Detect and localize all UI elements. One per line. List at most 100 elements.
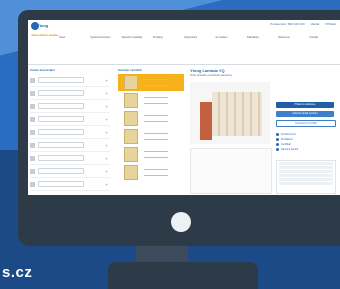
nav-item[interactable]: Doporučení [183,35,212,53]
filter-item[interactable]: + [30,152,110,165]
filter-select[interactable] [38,77,84,83]
filter-select[interactable] [38,90,84,96]
product-item[interactable] [118,92,184,109]
nav-item[interactable]: Ke stažení [215,35,244,53]
product-thumbnail [124,129,138,144]
nav-item[interactable]: Kalkulačky [246,35,275,53]
product-item[interactable] [118,110,184,127]
expand-icon[interactable]: + [106,169,108,174]
top-link[interactable]: Přihlásit [325,22,336,30]
expand-icon[interactable]: + [106,130,108,135]
construction-icon [30,116,35,122]
filter-item[interactable]: + [30,87,110,100]
power-button[interactable] [171,212,191,232]
main-nav: Úvod Systémová řešení Stavební materiály… [58,35,338,53]
construction-icon [30,181,35,187]
construction-icon [30,142,35,148]
spec-row [279,174,333,177]
add-to-calculation-button[interactable]: Přidat do kalkulace [276,102,334,108]
expand-icon[interactable]: + [106,182,108,187]
divider [28,64,340,65]
monitor: Ytong Jednodušší stavba Poradenství: 800… [18,10,340,246]
product-detail: Ytong Lambda YQ Popis produktu a technic… [190,68,338,194]
top-links: Poradenství: 800 100 200 Hledat Přihlási… [88,22,336,30]
document-link[interactable]: Návod k použití [276,147,334,152]
product-label [144,115,168,122]
product-label [144,97,168,104]
filter-select[interactable] [38,168,84,174]
brand-tagline: Jednodušší stavba [31,33,59,37]
link-bullet-icon [276,138,279,141]
construction-icon [30,155,35,161]
top-link[interactable]: Hledat [311,22,320,30]
filter-item[interactable]: + [30,165,110,178]
filter-item[interactable]: + [30,178,110,191]
spec-table [276,160,336,194]
expand-icon[interactable]: + [106,78,108,83]
spec-row [279,170,333,173]
construction-icon [30,77,35,83]
expand-icon[interactable]: + [106,104,108,109]
product-thumbnail [124,93,138,108]
product-item[interactable] [118,164,184,181]
nav-item[interactable]: Reference [277,35,306,53]
nav-item[interactable]: Stavební materiály [121,35,150,53]
nav-item[interactable]: Kontakt [309,35,338,53]
filter-list: + + + + + + + + + [30,74,110,191]
filter-select[interactable] [38,155,84,161]
product-list: Seznam výrobků [118,68,184,193]
expand-icon[interactable]: + [106,117,108,122]
spec-row [279,162,333,165]
product-label [144,169,168,176]
product-item[interactable] [118,146,184,163]
nav-item[interactable]: Produkty [152,35,181,53]
nav-item[interactable]: Úvod [58,35,87,53]
technical-drawing [190,148,272,194]
product-label [144,133,168,140]
top-link[interactable]: Poradenství: 800 100 200 [270,22,304,30]
spec-row [279,166,333,169]
product-label [144,151,168,158]
construction-icon [30,129,35,135]
filter-select[interactable] [38,103,84,109]
datasheet-button[interactable]: Technický list (PDF) [276,120,336,127]
monitor-base [108,262,258,289]
filter-item[interactable]: + [30,139,110,152]
expand-icon[interactable]: + [106,156,108,161]
product-detail-button[interactable]: Zobrazit detail výrobku [276,111,334,117]
product-thumbnail [124,75,138,90]
filter-item[interactable]: + [30,100,110,113]
filter-item[interactable]: + [30,74,110,87]
expand-icon[interactable]: + [106,91,108,96]
nav-item[interactable]: Systémová řešení [89,35,118,53]
product-items [118,74,184,181]
filter-select[interactable] [38,142,84,148]
filter-select[interactable] [38,116,84,122]
product-description: Popis produktu a technické parametry [190,74,232,77]
filter-item[interactable]: + [30,126,110,139]
site-logo[interactable]: Ytong [31,22,49,31]
construction-icon [30,103,35,109]
construction-icon [30,168,35,174]
product-item[interactable] [118,128,184,145]
product-thumbnail [124,111,138,126]
logo-text: Ytong [37,23,49,28]
link-bullet-icon [276,148,279,151]
construction-icon [30,90,35,96]
website-domain: s.cz [2,264,33,281]
product-thumbnail [124,165,138,180]
spec-row [279,182,333,185]
document-links: Technický list Prohlášení Certifikát Náv… [276,132,334,152]
product-thumbnail [124,147,138,162]
product-item-selected[interactable] [118,74,184,91]
filter-item[interactable]: + [30,113,110,126]
wall-section-icon [200,102,212,140]
filter-select[interactable] [38,129,84,135]
expand-icon[interactable]: + [106,143,108,148]
product-label [144,79,168,86]
filter-select[interactable] [38,181,84,187]
link-bullet-icon [276,133,279,136]
product-image [190,82,270,144]
filter-panel: Zvolte konstrukci + + + + + + + + + [30,68,110,193]
monitor-screen: Ytong Jednodušší stavba Poradenství: 800… [28,20,340,195]
